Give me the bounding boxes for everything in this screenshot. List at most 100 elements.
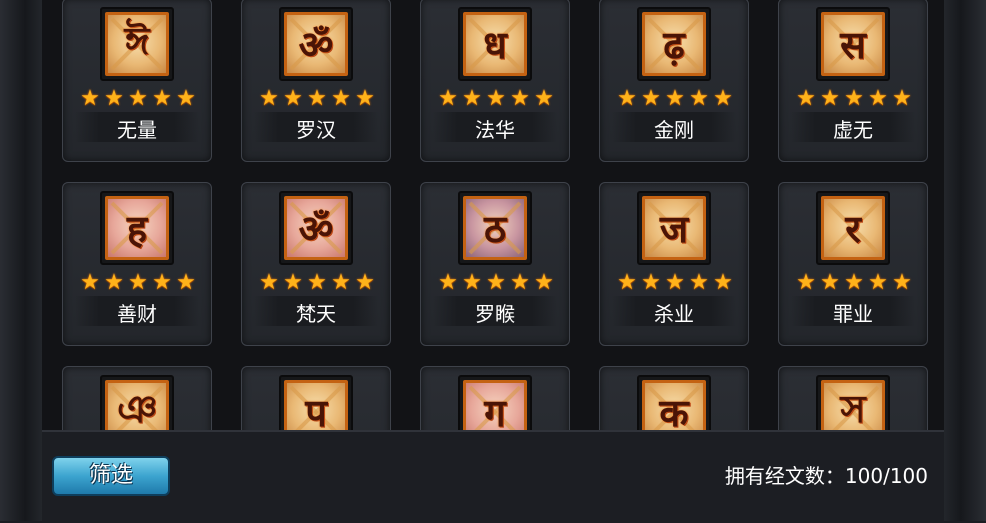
rune-glyph: ঈ (124, 19, 150, 63)
rune-glyph: ढ़ (663, 23, 685, 67)
sutra-name: 法华 (475, 118, 515, 142)
star-icon: ★ (713, 270, 733, 295)
sutra-name: 罗睺 (475, 302, 515, 326)
star-icon: ★ (152, 86, 172, 111)
sutra-card[interactable]: ठ ★ ★ ★ ★ ★ 罗睺 (420, 182, 570, 346)
star-icon: ★ (307, 270, 327, 295)
sutra-card[interactable]: ॐ ★ ★ ★ ★ ★ 梵天 (241, 182, 391, 346)
sutra-card[interactable]: ঞ (62, 366, 212, 430)
star-icon: ★ (462, 86, 482, 111)
star-icon: ★ (665, 270, 685, 295)
star-icon: ★ (128, 270, 148, 295)
sutra-rune-icon: ग (463, 380, 527, 430)
sutra-rune-icon: ॐ (284, 196, 348, 260)
sutra-icon-frame: प (279, 375, 353, 430)
star-rating: ★ ★ ★ ★ ★ (259, 270, 375, 295)
sutra-icon-frame: ज (637, 191, 711, 265)
sutra-rune-icon: ঞ (105, 380, 169, 430)
rune-glyph: स (840, 23, 866, 67)
rune-glyph: प (305, 391, 327, 430)
star-icon: ★ (355, 270, 375, 295)
star-icon: ★ (534, 86, 554, 111)
sutra-card[interactable]: ध ★ ★ ★ ★ ★ 法华 (420, 0, 570, 162)
sutra-card[interactable]: ढ़ ★ ★ ★ ★ ★ 金刚 (599, 0, 749, 162)
rune-glyph: ज (659, 207, 689, 251)
rune-glyph: ह (126, 207, 148, 251)
rune-glyph: र (845, 207, 861, 251)
sutra-rune-icon: र (821, 196, 885, 260)
star-icon: ★ (820, 86, 840, 111)
rune-glyph: ठ (483, 207, 507, 251)
sutra-rune-icon: স (821, 380, 885, 430)
star-icon: ★ (104, 270, 124, 295)
star-icon: ★ (820, 270, 840, 295)
sutra-name: 罗汉 (296, 118, 336, 142)
star-icon: ★ (283, 86, 303, 111)
star-icon: ★ (176, 86, 196, 111)
star-icon: ★ (152, 270, 172, 295)
sutra-icon-frame: ॐ (279, 191, 353, 265)
sutra-rune-icon: स (821, 12, 885, 76)
star-icon: ★ (689, 270, 709, 295)
star-icon: ★ (104, 86, 124, 111)
star-icon: ★ (617, 86, 637, 111)
sutra-icon-frame: क (637, 375, 711, 430)
sutra-name: 无量 (117, 118, 157, 142)
rune-glyph: ঞ (116, 387, 158, 430)
frame-left (0, 0, 42, 521)
sutra-rune-icon: ঈ (105, 12, 169, 76)
rune-glyph: क (659, 391, 689, 430)
sutra-name: 虚无 (833, 118, 873, 142)
sutra-icon-frame: ढ़ (637, 7, 711, 81)
sutra-card[interactable]: प (241, 366, 391, 430)
sutra-card[interactable]: ग (420, 366, 570, 430)
sutra-card[interactable]: স (778, 366, 928, 430)
star-icon: ★ (510, 270, 530, 295)
star-icon: ★ (534, 270, 554, 295)
star-icon: ★ (438, 270, 458, 295)
star-icon: ★ (438, 86, 458, 111)
sutra-card[interactable]: ह ★ ★ ★ ★ ★ 善财 (62, 182, 212, 346)
sutra-rune-icon: प (284, 380, 348, 430)
sutra-card[interactable]: स ★ ★ ★ ★ ★ 虚无 (778, 0, 928, 162)
star-icon: ★ (689, 86, 709, 111)
star-icon: ★ (128, 86, 148, 111)
sutra-rune-icon: क (642, 380, 706, 430)
star-icon: ★ (259, 86, 279, 111)
sutra-card[interactable]: ॐ ★ ★ ★ ★ ★ 罗汉 (241, 0, 391, 162)
sutra-icon-frame: ॐ (279, 7, 353, 81)
sutra-icon-frame: ঈ (100, 7, 174, 81)
star-icon: ★ (796, 270, 816, 295)
sutra-card[interactable]: ज ★ ★ ★ ★ ★ 杀业 (599, 182, 749, 346)
star-rating: ★ ★ ★ ★ ★ (617, 270, 733, 295)
rune-glyph: ॐ (298, 207, 334, 251)
star-icon: ★ (486, 86, 506, 111)
sutra-icon-frame: ध (458, 7, 532, 81)
star-icon: ★ (868, 270, 888, 295)
star-icon: ★ (486, 270, 506, 295)
filter-button[interactable]: 筛选 (52, 456, 170, 496)
frame-right (944, 0, 986, 521)
star-icon: ★ (617, 270, 637, 295)
rune-glyph: ध (483, 23, 507, 67)
sutra-icon-frame: ह (100, 191, 174, 265)
sutra-grid[interactable]: ঈ ★ ★ ★ ★ ★ 无量 ॐ ★ ★ ★ ★ ★ 罗汉 ध ★ ★ ★ ★ ★ 法华 ढ़ ★ ★ ★ ★ ★ 金刚 स ★ ★ ★ ★ ★ 虚… (42, 0, 944, 430)
star-icon: ★ (283, 270, 303, 295)
sutra-rune-icon: ॐ (284, 12, 348, 76)
star-icon: ★ (868, 86, 888, 111)
sutra-card[interactable]: र ★ ★ ★ ★ ★ 罪业 (778, 182, 928, 346)
star-rating: ★ ★ ★ ★ ★ (617, 86, 733, 111)
star-icon: ★ (331, 86, 351, 111)
sutra-card[interactable]: क (599, 366, 749, 430)
sutra-name: 金刚 (654, 118, 694, 142)
star-rating: ★ ★ ★ ★ ★ (80, 86, 196, 111)
sutra-icon-frame: र (816, 191, 890, 265)
sutra-name: 梵天 (296, 302, 336, 326)
sutra-card[interactable]: ঈ ★ ★ ★ ★ ★ 无量 (62, 0, 212, 162)
sutra-name: 善财 (117, 302, 157, 326)
sutra-icon-frame: স (816, 375, 890, 430)
star-rating: ★ ★ ★ ★ ★ (259, 86, 375, 111)
star-icon: ★ (844, 86, 864, 111)
star-rating: ★ ★ ★ ★ ★ (80, 270, 196, 295)
star-icon: ★ (80, 86, 100, 111)
